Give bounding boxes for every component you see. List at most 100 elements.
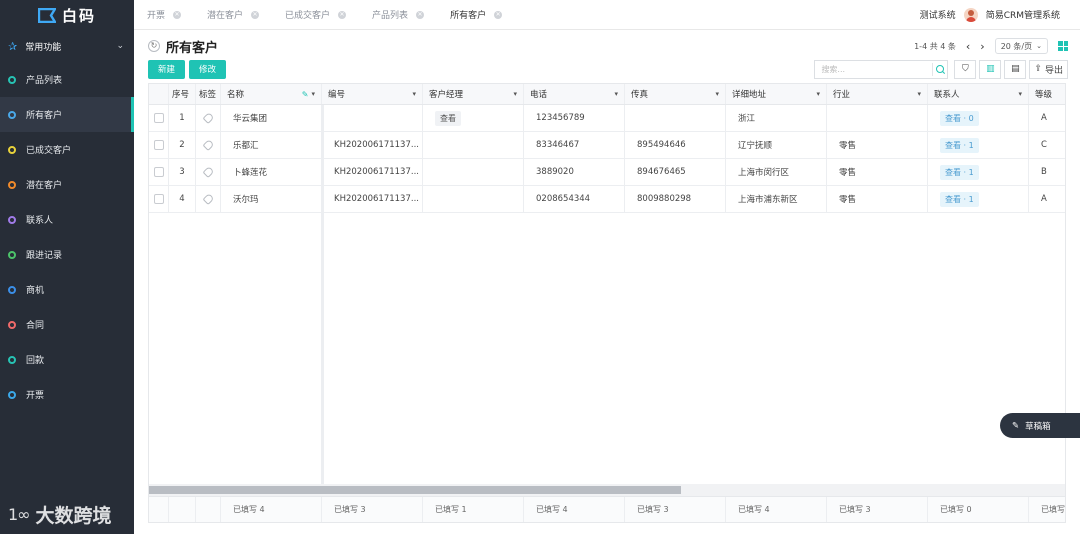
close-icon[interactable]: ✕ <box>416 10 425 19</box>
chevron-down-icon[interactable]: ▾ <box>715 90 719 98</box>
header-select[interactable] <box>149 84 169 104</box>
export-button[interactable]: ⇪ 导出 <box>1029 59 1068 79</box>
cell-code: KH202006171137... <box>322 186 423 212</box>
table-footer: 已填写 4 已填写 3 已填写 1 已填写 4 已填写 3 已填写 4 已填写 3 已填写 0… <box>149 496 1065 522</box>
app-logo[interactable]: 白码 <box>0 0 134 30</box>
sidebar-item[interactable]: 联系人 <box>0 202 134 237</box>
contact-link[interactable]: 查看 · 0 <box>940 110 979 126</box>
page-size-select[interactable]: 20 条/页 ⌄ <box>994 38 1048 54</box>
next-page-icon[interactable]: › <box>980 40 984 53</box>
sidebar-item-label: 回款 <box>26 356 45 366</box>
horizontal-scrollbar[interactable] <box>149 484 1065 496</box>
chevron-down-icon[interactable]: ▾ <box>412 90 416 98</box>
column-header[interactable]: 编号 ▾ <box>322 84 423 104</box>
chevron-down-icon[interactable]: ▾ <box>917 90 921 98</box>
scrollbar-thumb[interactable] <box>149 486 681 494</box>
contact-link[interactable]: 查看 · 1 <box>940 137 979 153</box>
row-checkbox[interactable] <box>153 140 164 150</box>
sidebar-item[interactable]: 产品列表 <box>0 62 134 97</box>
tag-icon[interactable] <box>201 165 215 179</box>
nav-group-common[interactable]: ✰ 常用功能 ⌄ <box>0 30 134 62</box>
prev-page-icon[interactable]: ‹ <box>966 40 970 53</box>
tab[interactable]: 所有客户 ✕ <box>437 0 515 30</box>
chevron-down-icon[interactable]: ▾ <box>816 90 820 98</box>
cell-level: B <box>1029 159 1065 185</box>
row-checkbox[interactable] <box>153 113 164 123</box>
column-header[interactable]: 联系人 ▾ <box>928 84 1029 104</box>
contact-link[interactable]: 查看 · 1 <box>940 164 979 180</box>
column-header[interactable]: 名称 ✎ ▾ <box>221 84 322 104</box>
tag-icon[interactable] <box>201 111 215 125</box>
new-button[interactable]: 新建 <box>148 59 186 79</box>
refresh-icon[interactable]: ↻ <box>148 40 160 52</box>
close-icon[interactable]: ✕ <box>338 10 347 19</box>
table-row[interactable]: 4 沃尔玛 KH202006171137... 0208654344 800988029… <box>149 186 1065 213</box>
chart-button[interactable]: ▥ <box>979 59 1002 79</box>
sidebar-item[interactable]: 合同 <box>0 307 134 342</box>
tab[interactable]: 产品列表 ✕ <box>359 0 437 30</box>
column-header[interactable]: 客户经理 ▾ <box>423 84 524 104</box>
search-input[interactable]: 搜索... <box>821 64 845 75</box>
tag-icon[interactable] <box>201 138 215 152</box>
column-header[interactable]: 详细地址 ▾ <box>726 84 827 104</box>
sidebar-item[interactable]: 跟进记录 <box>0 237 134 272</box>
sidebar-item[interactable]: 所有客户 <box>0 97 134 132</box>
footer-cell <box>149 497 169 522</box>
row-checkbox[interactable] <box>153 167 164 177</box>
row-checkbox[interactable] <box>153 194 164 204</box>
table-row[interactable]: 1 华云集团 查看 123456789 浙江 查看 · 0 A <box>149 105 1065 132</box>
avatar[interactable] <box>963 7 978 22</box>
cell-index: 3 <box>169 159 196 185</box>
close-icon[interactable]: ✕ <box>251 10 260 19</box>
footer-count: 已填写 3 <box>322 497 423 522</box>
cell-manager: 查看 <box>423 105 524 131</box>
cell-contact: 查看 · 1 <box>928 186 1029 212</box>
sidebar-item[interactable]: 已成交客户 <box>0 132 134 167</box>
cell-contact: 查看 · 0 <box>928 105 1029 131</box>
sidebar-item[interactable]: 潜在客户 <box>0 167 134 202</box>
cell-address: 辽宁抚顺 <box>726 132 827 158</box>
column-header[interactable]: 行业 ▾ <box>827 84 928 104</box>
edit-button[interactable]: 修改 <box>189 59 227 79</box>
column-header[interactable]: 电话 ▾ <box>524 84 625 104</box>
column-header[interactable]: 序号 <box>169 84 196 104</box>
table-row[interactable]: 2 乐都汇 KH202006171137... 83346467 895494646 辽宁… <box>149 132 1065 159</box>
column-header-label: 名称 <box>227 90 245 100</box>
view-chip[interactable]: 查看 <box>435 110 461 126</box>
close-icon[interactable]: ✕ <box>173 10 182 19</box>
tab[interactable]: 潜在客户 ✕ <box>194 0 272 30</box>
contact-link[interactable]: 查看 · 1 <box>940 191 979 207</box>
chevron-down-icon[interactable]: ▾ <box>1018 90 1022 98</box>
row-select-cell <box>149 186 169 212</box>
column-header[interactable]: 传真 ▾ <box>625 84 726 104</box>
settings-button[interactable]: ▤ <box>1004 59 1027 79</box>
cell-fax <box>625 105 726 131</box>
sidebar-item[interactable]: 开票 <box>0 377 134 412</box>
pin-icon[interactable]: ✎ <box>302 90 309 99</box>
close-icon[interactable]: ✕ <box>494 10 503 19</box>
system-name[interactable]: 测试系统 <box>920 8 956 21</box>
column-header[interactable]: 等级 <box>1029 84 1065 104</box>
tag-icon[interactable] <box>201 192 215 206</box>
table-header: 序号 标签 名称 ✎ ▾ 编号 ▾ 客户经理 ▾ 电话 ▾ 传真 ▾ 详细地址 ▾ 行业 ▾ 联系人 ▾ 等级 <box>149 84 1065 105</box>
chevron-down-icon[interactable]: ▾ <box>614 90 618 98</box>
search-box[interactable]: 搜索... <box>814 59 949 79</box>
drafts-button[interactable]: ✎ 草稿箱 <box>1000 413 1080 438</box>
sidebar-item[interactable]: 商机 <box>0 272 134 307</box>
cell-phone: 83346467 <box>524 132 625 158</box>
footer-count: 已填写 1 <box>423 497 524 522</box>
account-name[interactable]: 简易CRM管理系统 <box>986 8 1060 21</box>
column-header-label: 行业 <box>833 90 851 100</box>
sidebar-item-label: 合同 <box>26 321 45 331</box>
column-header[interactable]: 标签 <box>196 84 221 104</box>
tab[interactable]: 开票 ✕ <box>134 0 194 30</box>
filter-button[interactable]: ⛉ <box>954 59 977 79</box>
cell-level: C <box>1029 132 1065 158</box>
view-grid-icon[interactable] <box>1058 41 1068 51</box>
table-row[interactable]: 3 卜蜂莲花 KH202006171137... 3889020 894676465 上海… <box>149 159 1065 186</box>
tab[interactable]: 已成交客户 ✕ <box>272 0 359 30</box>
sidebar-item[interactable]: 回款 <box>0 342 134 377</box>
chevron-down-icon[interactable]: ▾ <box>311 90 315 98</box>
search-icon[interactable] <box>932 62 945 76</box>
chevron-down-icon[interactable]: ▾ <box>513 90 517 98</box>
